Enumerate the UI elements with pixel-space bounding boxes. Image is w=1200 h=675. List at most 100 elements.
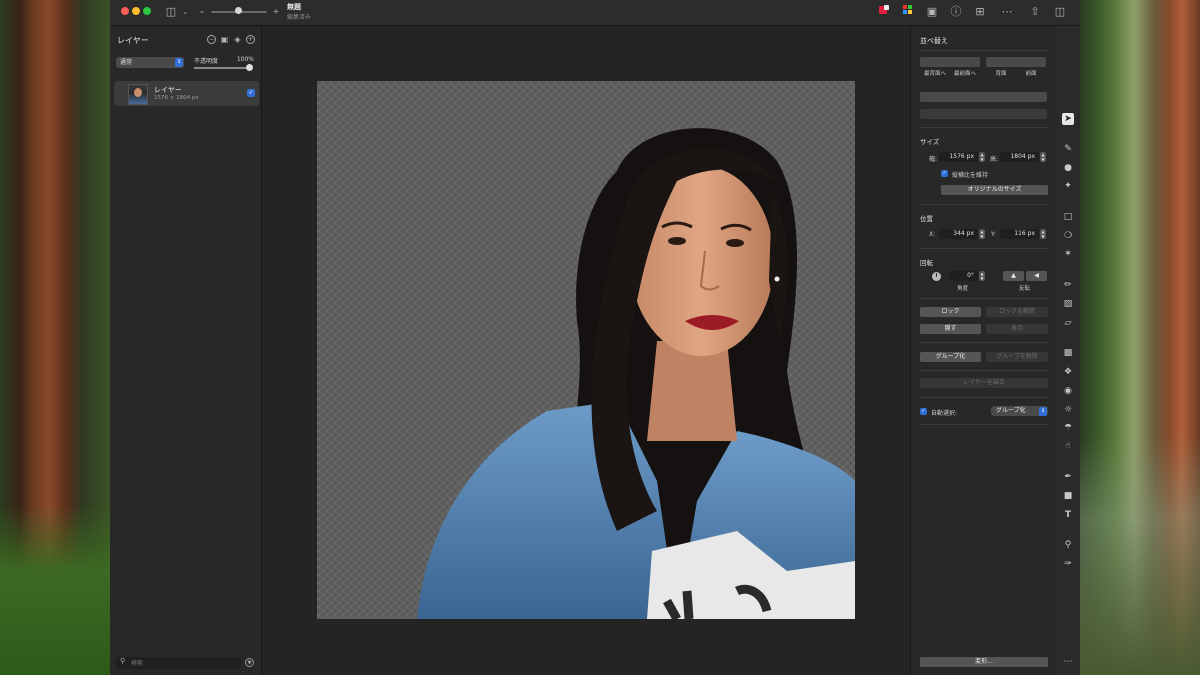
- retouch-icon[interactable]: ✎: [1062, 143, 1074, 155]
- desktop-background-right: [1080, 0, 1200, 675]
- hide-button[interactable]: 隠す: [920, 324, 981, 334]
- rect-select-icon[interactable]: □: [1062, 211, 1074, 223]
- portrait-photo: [417, 128, 855, 619]
- more-icon[interactable]: ⋯: [1062, 656, 1074, 668]
- search-icon: ⚲: [120, 657, 126, 665]
- brush-icon[interactable]: ✏: [1062, 279, 1074, 291]
- canvas-area: [262, 26, 910, 675]
- height-stepper[interactable]: ▲ ▼: [1040, 152, 1046, 162]
- zoom-icon[interactable]: ⚲: [1062, 539, 1074, 551]
- chevron-down-icon[interactable]: ⌄: [181, 4, 189, 20]
- zoom-in-icon[interactable]: +: [272, 4, 280, 20]
- y-label: Y:: [991, 231, 996, 238]
- width-label: 幅:: [929, 156, 938, 163]
- minimize-window-button[interactable]: [132, 7, 140, 15]
- width-stepper[interactable]: ▲ ▼: [979, 152, 985, 162]
- remove-layer-icon[interactable]: −: [207, 35, 216, 44]
- image-browser-icon[interactable]: ▣: [926, 4, 938, 20]
- distribute-buttons-row[interactable]: [920, 109, 1047, 119]
- maximize-window-button[interactable]: [143, 7, 151, 15]
- crop-icon[interactable]: ⊞: [974, 4, 986, 20]
- swatches-icon[interactable]: [902, 4, 914, 21]
- bring-forward-button[interactable]: 前面: [1016, 69, 1046, 77]
- sidebar-toggle-icon[interactable]: ◫: [165, 4, 177, 20]
- layer-row[interactable]: レイヤー 1576 × 1804 px ✓: [114, 81, 259, 106]
- send-backward-button[interactable]: 背面: [986, 69, 1016, 77]
- merge-layers-button[interactable]: レイヤーを結合: [920, 378, 1048, 388]
- y-field[interactable]: 116 px: [1000, 229, 1039, 239]
- blend-mode-select[interactable]: 通常 ↕: [116, 57, 184, 68]
- auto-select-checkbox[interactable]: ✓: [920, 408, 927, 415]
- keep-aspect-checkbox[interactable]: ✓: [941, 170, 948, 177]
- eraser-icon[interactable]: ▱: [1062, 317, 1074, 329]
- size-section-label: サイズ: [920, 138, 940, 146]
- lasso-icon[interactable]: ❍: [1062, 230, 1074, 242]
- send-to-back-button[interactable]: 最背面へ: [920, 69, 950, 77]
- rotation-dial[interactable]: [932, 272, 941, 281]
- arrow-icon[interactable]: ➤: [1062, 113, 1074, 125]
- x-field[interactable]: 344 px: [939, 229, 978, 239]
- fill-icon[interactable]: ▨: [1062, 298, 1074, 310]
- ungroup-button[interactable]: グループを解除: [986, 352, 1048, 362]
- add-layer-icon[interactable]: +: [246, 35, 255, 44]
- image-canvas[interactable]: [317, 81, 855, 619]
- opacity-slider-track[interactable]: [194, 67, 251, 69]
- x-label: X:: [929, 231, 936, 238]
- opacity-label: 不透明度: [194, 58, 219, 65]
- close-window-button[interactable]: [121, 7, 129, 15]
- pen-icon[interactable]: ✒: [1062, 471, 1074, 483]
- flip-horizontal-button[interactable]: ▲: [1003, 271, 1024, 281]
- shape-icon[interactable]: ■: [1062, 490, 1074, 502]
- filter-icon[interactable]: ▼: [245, 658, 254, 667]
- layers-panel-title: レイヤー: [117, 36, 149, 45]
- arrange-title: 並べ替え: [920, 37, 948, 45]
- sponge-icon[interactable]: ◉: [1062, 385, 1074, 397]
- bring-to-front-button[interactable]: 最前面へ: [950, 69, 980, 77]
- auto-select-dropdown[interactable]: グループ化 ↕: [991, 406, 1048, 416]
- original-size-button[interactable]: オリジナルのサイズ: [941, 185, 1048, 195]
- show-button[interactable]: 表示: [986, 324, 1048, 334]
- x-stepper[interactable]: ▲ ▼: [979, 229, 985, 239]
- y-stepper[interactable]: ▲ ▼: [1040, 229, 1046, 239]
- flip-caption: 反転: [1019, 286, 1031, 292]
- flip-vertical-button[interactable]: ◀: [1026, 271, 1047, 281]
- titlebar: ◫ ⌄ - + 無題 編集済み ▣ ⓘ ⊞ ⋯⌄ ⇧ ◫: [110, 0, 1080, 34]
- burn-icon[interactable]: ☂: [1062, 422, 1074, 434]
- text-icon[interactable]: T: [1062, 509, 1074, 521]
- opacity-slider-knob[interactable]: [246, 64, 253, 71]
- zoom-out-icon[interactable]: -: [198, 4, 206, 20]
- layer-thumbnail: [128, 84, 148, 105]
- divider: [919, 204, 1049, 205]
- inspector-toggle-icon[interactable]: ◫: [1054, 4, 1066, 20]
- align-buttons-row[interactable]: [920, 92, 1047, 102]
- clone-icon[interactable]: ●: [1062, 162, 1074, 174]
- angle-stepper[interactable]: ▲ ▼: [979, 271, 985, 281]
- info-icon[interactable]: ⓘ: [950, 4, 962, 20]
- group-button[interactable]: グループ化: [920, 352, 981, 362]
- bandage-icon[interactable]: ▩: [1062, 347, 1074, 359]
- layer-search-input[interactable]: [131, 658, 231, 668]
- finger-icon[interactable]: ☝: [1062, 440, 1074, 452]
- rotation-section-label: 回転: [920, 259, 933, 267]
- angle-field[interactable]: 0°: [949, 271, 978, 281]
- eyedropper-icon[interactable]: ✑: [1062, 558, 1074, 570]
- transform-button[interactable]: 変形...: [920, 657, 1048, 667]
- layer-visibility-checkbox[interactable]: ✓: [247, 89, 255, 97]
- layers-stack-icon[interactable]: ◈: [233, 35, 242, 44]
- divider: [919, 50, 1049, 51]
- zoom-slider-knob[interactable]: [235, 7, 242, 14]
- mask-icon[interactable]: ▣: [220, 35, 229, 44]
- magic-wand-icon[interactable]: ✶: [1062, 248, 1074, 260]
- effects-icon[interactable]: ✦: [1062, 180, 1074, 192]
- width-field[interactable]: 1576 px: [939, 152, 978, 162]
- unlock-button[interactable]: ロックを解除: [986, 307, 1048, 317]
- app-window: ◫ ⌄ - + 無題 編集済み ▣ ⓘ ⊞ ⋯⌄ ⇧ ◫ レイヤー − ▣ ◈ …: [110, 0, 1080, 675]
- blend-mode-value: 通常: [120, 59, 133, 66]
- lock-button[interactable]: ロック: [920, 307, 981, 317]
- sun-icon[interactable]: ☼: [1062, 404, 1074, 416]
- color-picker-icon[interactable]: [878, 4, 890, 21]
- blur-icon[interactable]: ❖: [1062, 366, 1074, 378]
- divider: [919, 370, 1049, 371]
- height-field[interactable]: 1804 px: [1000, 152, 1039, 162]
- share-icon[interactable]: ⇧: [1029, 4, 1041, 20]
